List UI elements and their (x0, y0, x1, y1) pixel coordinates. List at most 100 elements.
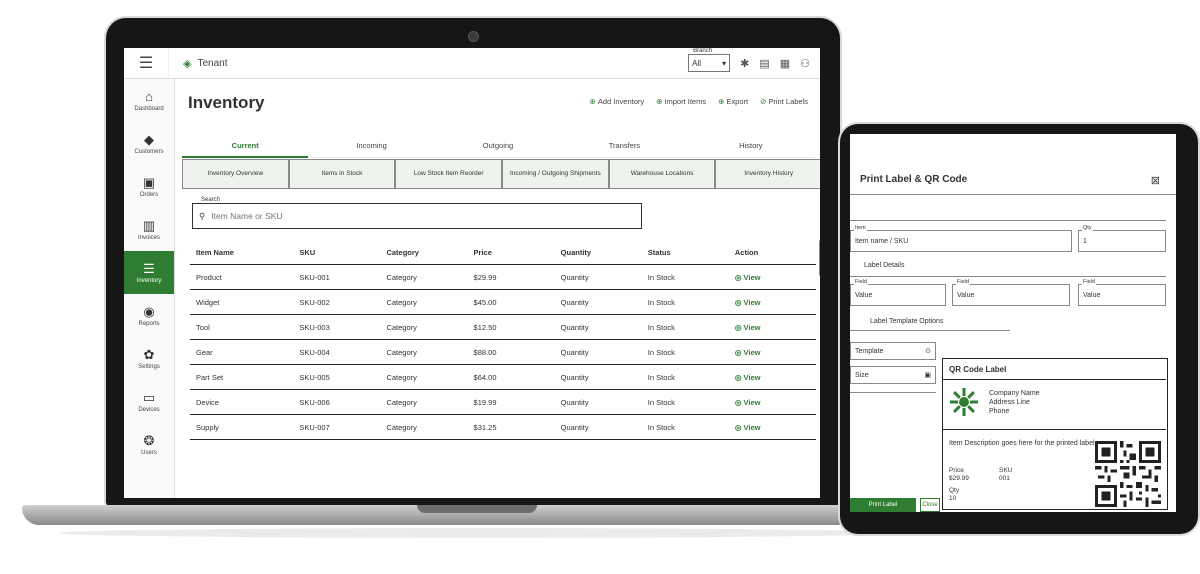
cell-sku: SKU-004 (299, 347, 330, 357)
table-row[interactable]: Widget SKU-002 Category $45.00 Quantity … (190, 290, 816, 315)
sidebar-item-inventory[interactable]: ☰ Inventory (124, 251, 174, 294)
cell-item: Gear (196, 347, 213, 357)
detail-field-1[interactable]: Field Value (850, 279, 946, 306)
view-button[interactable]: ◎ View (729, 348, 816, 357)
import-items-button[interactable]: ⊕ Import Items (656, 97, 706, 106)
cell-sku: SKU-001 (299, 272, 330, 282)
sidebar-item-reports[interactable]: ◉ Reports (124, 294, 174, 337)
item-description: Item Description goes here for the print… (949, 440, 1095, 447)
item-field[interactable]: Item Item name / SKU (850, 225, 1072, 252)
export-button[interactable]: ⊕ Export (718, 97, 748, 106)
table-row[interactable]: Tool SKU-003 Category $12.50 Quantity In… (190, 315, 816, 340)
col-category[interactable]: Category (380, 248, 467, 257)
quantity-field[interactable]: Qty 1 (1078, 225, 1166, 252)
table-scrollbar[interactable] (819, 240, 820, 276)
tab-incoming[interactable]: Incoming (308, 135, 435, 158)
import-items-label: Import Items (664, 97, 707, 106)
cell-status: In Stock (647, 347, 675, 357)
sidebar-item-devices[interactable]: ▭ Devices (124, 380, 174, 423)
cell-quantity: Quantity (560, 422, 589, 432)
company-info: Company Name Address Line Phone (989, 389, 1040, 416)
sidebar-item-orders[interactable]: ▣ Orders (124, 165, 174, 208)
modal-title: Print Label & QR Code (860, 174, 968, 185)
search-input[interactable] (209, 210, 514, 222)
detail-field-1-label: Field (854, 279, 868, 285)
detail-field-2-value: Value (957, 291, 975, 299)
col-sku[interactable]: SKU (293, 248, 380, 257)
detail-field-2[interactable]: Field Value (952, 279, 1070, 306)
table-row[interactable]: Supply SKU-007 Category $31.25 Quantity … (190, 415, 816, 440)
tab-outgoing[interactable]: Outgoing (434, 135, 562, 158)
export-icon: ⊕ (718, 97, 725, 106)
card-inventory-overview[interactable]: Inventory Overview (182, 159, 289, 189)
card-inventory-history[interactable]: Inventory History (715, 159, 820, 189)
col-status[interactable]: Status (642, 248, 729, 257)
user-icon[interactable]: ⚇ (800, 57, 810, 70)
card-shipments[interactable]: Incoming / Outgoing Shipments (502, 159, 609, 189)
print-icon: ⊘ (760, 97, 767, 106)
sidebar-item-label: Dashboard (134, 105, 164, 112)
view-button[interactable]: ◎ View (729, 398, 816, 407)
close-icon[interactable]: ⊠ (1151, 174, 1160, 187)
view-button[interactable]: ◎ View (729, 423, 816, 432)
card-items-in-stock[interactable]: Items in Stock (288, 159, 396, 189)
view-button[interactable]: ◎ View (729, 273, 816, 282)
qty-value: 10 (949, 495, 957, 502)
view-button[interactable]: ◎ View (729, 298, 816, 307)
table-row[interactable]: Part Set SKU-005 Category $64.00 Quantit… (190, 365, 816, 390)
cell-status: In Stock (647, 297, 675, 307)
tab-current[interactable]: Current (182, 135, 309, 158)
sidebar-item-invoices[interactable]: ▥ Invoices (124, 208, 174, 251)
sidebar-item-dashboard[interactable]: ⌂ Dashboard (124, 79, 174, 122)
card-warehouse-locations[interactable]: Warehouse Locations (608, 159, 716, 189)
col-price[interactable]: Price (468, 248, 555, 257)
notification-icon[interactable]: ✱ (740, 57, 749, 70)
col-item-name[interactable]: Item Name (190, 248, 293, 257)
col-quantity[interactable]: Quantity (555, 248, 642, 257)
template-select-value: Template (855, 347, 884, 355)
size-select[interactable]: Size ▣ (850, 366, 936, 384)
table-row[interactable]: Device SKU-006 Category $19.99 Quantity … (190, 390, 816, 415)
cell-price: $19.99 (473, 397, 497, 407)
detail-field-3[interactable]: Field Value (1078, 279, 1166, 306)
orders-icon: ▣ (142, 174, 156, 190)
print-labels-button[interactable]: ⊘ Print Labels (760, 97, 808, 106)
export-label: Export (726, 97, 749, 106)
template-select[interactable]: Template ⊙ (850, 342, 936, 360)
view-button[interactable]: ◎ View (729, 323, 816, 332)
sidebar-item-customers[interactable]: ◆ Customers (124, 122, 174, 165)
customers-icon: ◆ (144, 131, 154, 147)
documents-icon[interactable]: ▤ (759, 57, 769, 70)
tab-transfers[interactable]: Transfers (561, 135, 688, 158)
cell-price: $64.00 (473, 372, 497, 382)
tablet-screen: Print Label & QR Code ⊠ Item Item name /… (850, 134, 1176, 512)
close-button[interactable]: Close (920, 498, 940, 512)
hamburger-menu-icon[interactable]: ☰ (124, 48, 169, 78)
cell-item: Product (196, 272, 222, 282)
sidebar-item-settings[interactable]: ✿ Settings (124, 337, 174, 380)
sidebar-item-label: Invoices (137, 234, 160, 241)
divider (850, 194, 1176, 195)
view-button[interactable]: ◎ View (729, 373, 816, 382)
cell-item: Tool (196, 322, 210, 332)
divider (943, 429, 1166, 430)
print-label-button[interactable]: Print Label (850, 498, 916, 512)
qty-field-label: Qty (1082, 225, 1093, 231)
view-label: View (743, 372, 761, 382)
qty-key: Qty (949, 487, 960, 494)
tenant-switcher[interactable]: ◈ Tenant (183, 57, 228, 70)
cell-price: $88.00 (473, 347, 497, 357)
table-row[interactable]: Gear SKU-004 Category $88.00 Quantity In… (190, 340, 816, 365)
detail-field-3-value: Value (1083, 291, 1101, 299)
chevron-down-icon: ⊙ (925, 348, 931, 355)
sidebar-item-label: Orders (139, 191, 159, 198)
users-icon: ❂ (143, 432, 155, 448)
sidebar-item-users[interactable]: ❂ Users (124, 423, 174, 466)
tab-history[interactable]: History (687, 135, 815, 158)
calendar-icon[interactable]: ▦ (780, 57, 790, 70)
card-low-stock[interactable]: Low Stock Item Reorder (395, 159, 503, 189)
branch-select[interactable]: Branch All ▾ (688, 48, 731, 72)
table-row[interactable]: Product SKU-001 Category $29.99 Quantity… (190, 265, 816, 290)
add-inventory-button[interactable]: ⊕ Add Inventory (590, 97, 645, 106)
search-icon: ⚲ (199, 210, 206, 221)
